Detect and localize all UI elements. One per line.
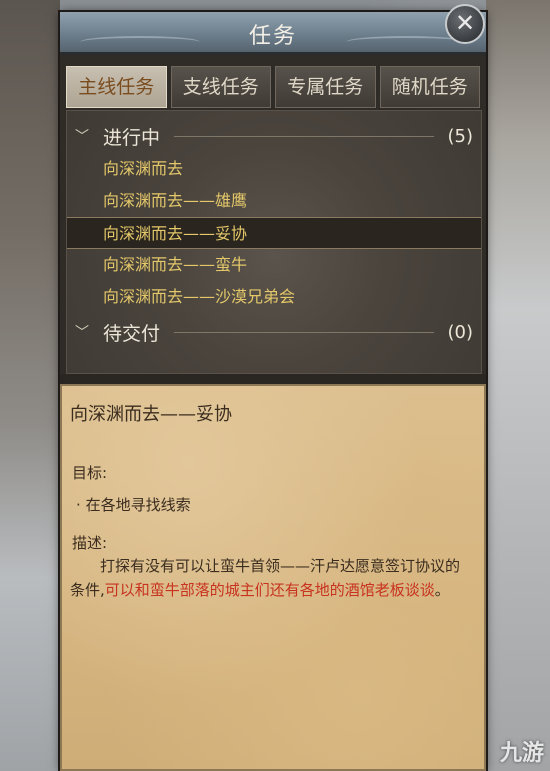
desc-end: 。 [434,581,450,599]
description-text: 打探有没有可以让蛮牛首领——汗卢达愿意签订协议的条件,可以和蛮牛部落的城主们还有… [70,554,470,602]
group-in-progress[interactable]: ﹀ 进行中 (5) [75,121,473,151]
quest-item[interactable]: 向深渊而去——蛮牛 [67,249,481,281]
quest-tabs: 主线任务 支线任务 专属任务 随机任务 [66,66,480,108]
tab-side-quests[interactable]: 支线任务 [170,66,271,108]
group-label: 进行中 [103,126,161,149]
group-pending[interactable]: ﹀ 待交付 (0) [75,317,473,347]
quest-item[interactable]: 向深渊而去 [67,153,481,185]
left-scenery [0,0,60,771]
group-label: 待交付 [103,322,161,345]
chevron-down-icon: ﹀ [75,129,89,145]
quest-detail: 向深渊而去——妥协 目标: · 在各地寻找线索 描述: 打探有没有可以让蛮牛首领… [60,384,486,771]
watermark-logo: 九游 [499,741,544,766]
bullet-icon: · [76,496,81,514]
goal-text: 在各地寻找线索 [85,496,191,514]
divider-line [174,331,434,333]
quest-item-selected[interactable]: 向深渊而去——妥协 [67,217,481,249]
close-button[interactable]: ✕ [445,4,485,44]
desc-label: 描述: [72,534,108,552]
tab-random-quests[interactable]: 随机任务 [379,66,480,108]
detail-title: 向深渊而去——妥协 [70,404,232,425]
quest-item[interactable]: 向深渊而去——雄鹰 [67,185,481,217]
tab-main-quests[interactable]: 主线任务 [66,66,167,108]
goal-item: · 在各地寻找线索 [76,494,191,515]
chevron-down-icon: ﹀ [75,325,89,341]
group-count: (0) [447,321,474,343]
close-icon: ✕ [454,9,476,37]
goal-label: 目标: [72,464,108,482]
window-title: 任务 [248,24,297,49]
desc-highlight: 可以和蛮牛部落的城主们还有各地的酒馆老板谈谈 [104,581,435,599]
quest-panel: 任务 ✕ 主线任务 支线任务 专属任务 随机任务 ﹀ 进行中 (5) 向深渊而去… [60,4,486,771]
tab-exclusive-quests[interactable]: 专属任务 [275,66,376,108]
quest-item[interactable]: 向深渊而去——沙漠兄弟会 [67,281,481,313]
group-count: (5) [447,125,474,147]
right-scenery [486,0,550,771]
quest-list: ﹀ 进行中 (5) 向深渊而去 向深渊而去——雄鹰 向深渊而去——妥协 向深渊而… [66,110,482,374]
divider-line [174,135,434,137]
title-bar: 任务 [60,12,486,55]
